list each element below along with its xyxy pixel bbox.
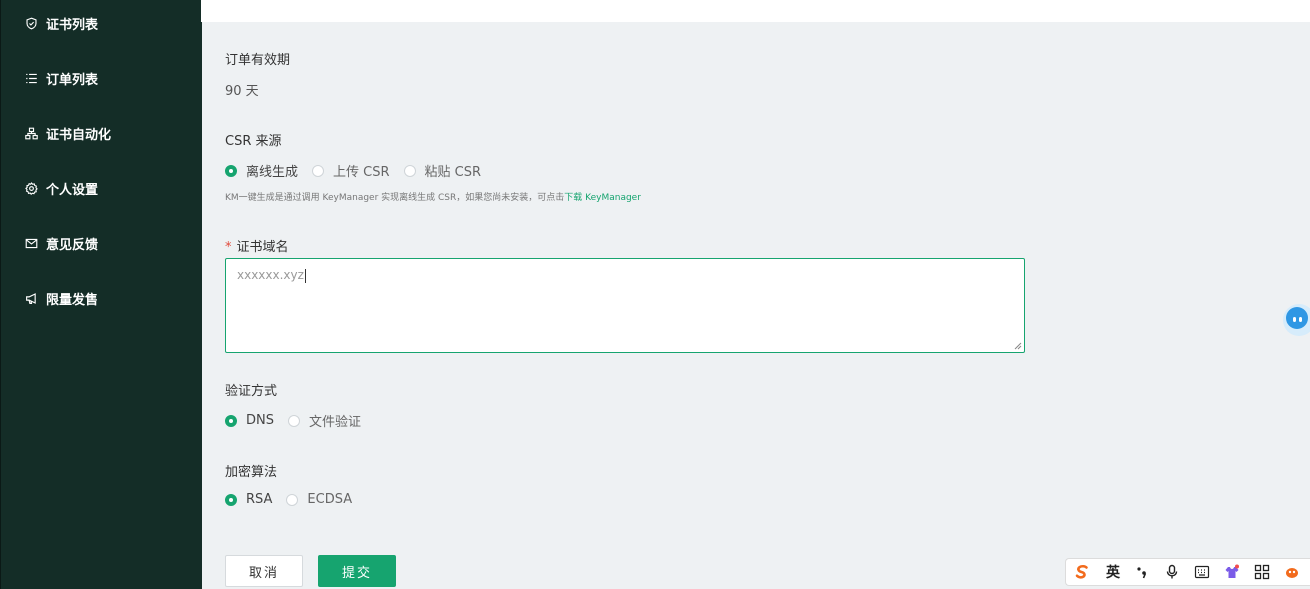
sidebar-item-label: 个人设置 [46,182,99,198]
domain-label-text: 证书域名 [236,240,289,255]
algo-ecdsa-radio[interactable]: ECDSA [286,492,352,507]
required-mark: * [225,240,232,255]
domain-textarea[interactable]: xxxxxx.xyz [225,258,1025,353]
mail-icon [25,238,38,248]
text-caret [304,268,306,283]
encryption-algo-label: 加密算法 [225,465,278,480]
sidebar-item-label: 限量发售 [46,292,99,308]
radio-unchecked-icon [312,164,325,177]
validity-label: 订单有效期 [225,53,291,68]
sidebar-item-cert-automation[interactable]: 证书自动化 [25,121,111,145]
domain-label: * 证书域名 [225,236,289,255]
radio-unchecked-icon [288,414,300,427]
list-icon [26,73,37,83]
csr-upload-radio[interactable]: 上传 CSR [312,161,390,180]
chat-support-icon[interactable] [1283,304,1310,336]
domain-value: xxxxxx.xyz [237,268,304,282]
radio-label: RSA [246,492,273,507]
sidebar-item-limited-sale[interactable]: 限量发售 [25,286,98,310]
order-form: 订单有效期 90 天 CSR 来源 离线生成 上传 CSR 粘贴 CSR KM一… [201,22,1310,589]
keyboard-icon[interactable] [1194,564,1210,580]
radio-label: 文件验证 [309,415,362,430]
radio-checked-icon [225,164,237,177]
radio-unchecked-icon [286,493,299,506]
sidebar-item-feedback[interactable]: 意见反馈 [25,231,98,255]
verify-file-radio[interactable]: 文件验证 [288,411,361,430]
toolbox-grid-icon[interactable] [1254,564,1270,580]
radio-checked-icon [225,414,237,427]
radio-unchecked-icon [403,164,416,177]
csr-paste-radio[interactable]: 粘贴 CSR [403,161,482,180]
verify-method-label: 验证方式 [225,384,278,399]
sidebar-item-label: 证书自动化 [46,127,112,143]
radio-label: ECDSA [307,492,353,507]
gear-icon [25,181,38,195]
top-bar [201,0,1310,22]
download-keymanager-link[interactable]: 下载 KeyManager [564,193,641,203]
csr-source-radio-group: 离线生成 上传 CSR 粘贴 CSR [225,161,495,180]
csr-hint-text: KM一键生成是通过调用 KeyManager 实现离线生成 CSR，如果您尚未安… [225,193,565,203]
chat-face-icon [1286,307,1308,329]
sidebar-item-cert-list[interactable]: 证书列表 [25,11,98,35]
cancel-button[interactable]: 取消 [225,555,303,587]
radio-checked-icon [225,493,237,506]
verify-method-radio-group: DNS 文件验证 [225,411,375,430]
sidebar-item-label: 证书列表 [46,17,99,33]
csr-source-label: CSR 来源 [225,134,282,149]
radio-label: 粘贴 CSR [424,165,482,180]
shield-check-icon [26,17,37,29]
csr-offline-radio[interactable]: 离线生成 [225,161,298,180]
sidebar-item-label: 订单列表 [46,72,99,88]
chat-eye [1299,317,1302,322]
encryption-algo-radio-group: RSA ECDSA [225,492,366,507]
verify-dns-radio[interactable]: DNS [225,413,274,428]
microphone-icon[interactable] [1164,564,1180,580]
resize-grip-icon[interactable] [1014,342,1022,350]
validity-value: 90 天 [225,84,259,99]
chat-eye [1293,317,1296,322]
skin-shirt-icon[interactable] [1224,564,1240,580]
sidebar: 证书列表 订单列表 证书自动化 个人设置 意见反馈 限量发售 [0,0,202,589]
radio-label: DNS [246,413,274,428]
radio-label: 上传 CSR [333,165,390,180]
mascot-icon[interactable] [1284,564,1300,580]
ime-mode-toggle[interactable]: 英 [1106,562,1120,582]
ime-toolbar: 英 [1065,558,1310,586]
hierarchy-icon [25,127,38,139]
punctuation-icon[interactable] [1134,564,1150,580]
sidebar-item-order-list[interactable]: 订单列表 [25,66,98,90]
radio-label: 离线生成 [246,165,299,180]
sidebar-item-personal-settings[interactable]: 个人设置 [25,176,98,200]
megaphone-icon [26,292,36,304]
sidebar-item-label: 意见反馈 [46,237,99,253]
sogou-logo-icon[interactable] [1074,564,1090,580]
submit-button[interactable]: 提交 [318,555,396,587]
csr-hint: KM一键生成是通过调用 KeyManager 实现离线生成 CSR，如果您尚未安… [225,190,641,203]
algo-rsa-radio[interactable]: RSA [225,492,272,507]
